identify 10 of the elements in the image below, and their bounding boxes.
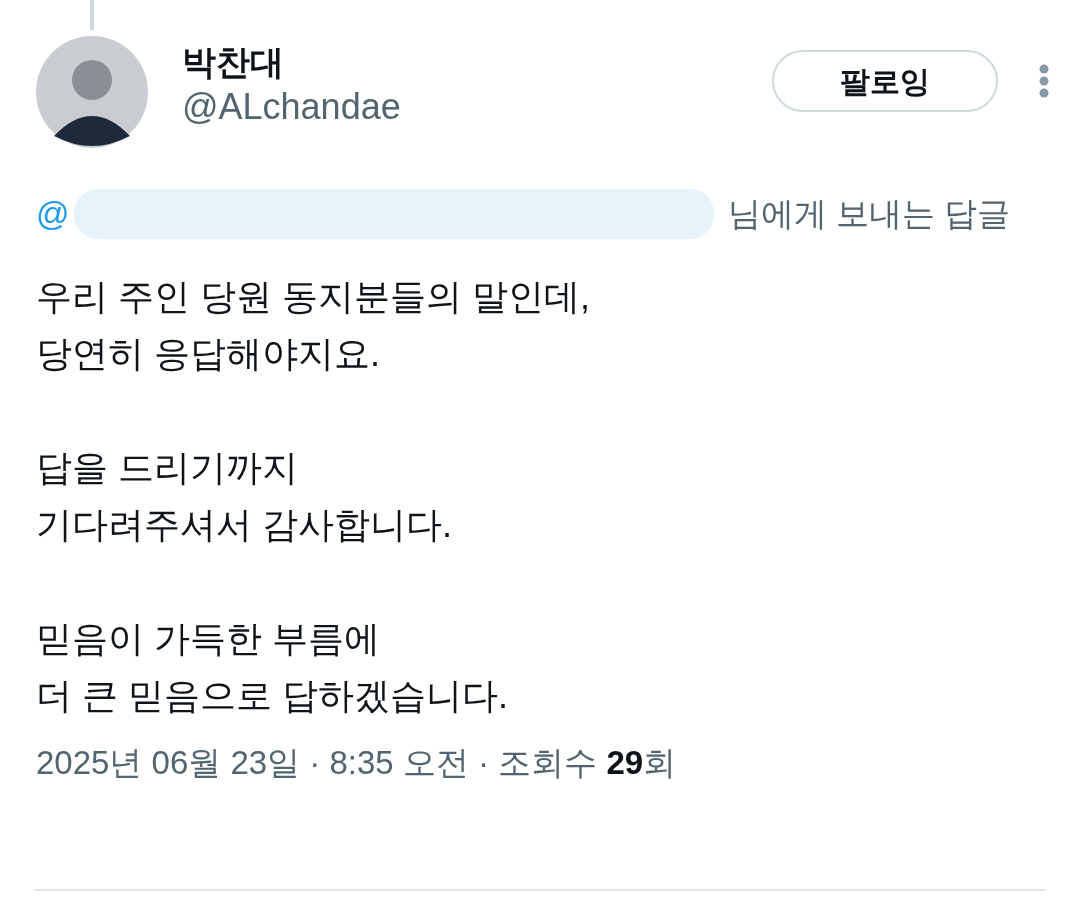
more-icon[interactable] [1038,63,1050,99]
reply-label: 님에게 보내는 답글 [727,194,1010,235]
tweet-meta: 2025년 06월 23일 · 8:35 오전 · 조회수 29회 [36,744,677,781]
tweet-paragraph: 우리 주인 당원 동지분들의 말인데, 당연히 응답해야지요. [36,275,591,376]
tweet-paragraph: 답을 드리기까지 기다려주셔서 감사합니다. [36,446,453,547]
avatar-icon[interactable] [36,36,148,148]
author-name[interactable]: 박찬대 [182,40,401,84]
tweet-paragraph: 믿음이 가득한 부름에 더 큰 믿음으로 답하겠습니다. [36,617,509,718]
author-handle[interactable]: @ALchandae [182,84,401,130]
following-button[interactable]: 팔로잉 [772,50,998,112]
